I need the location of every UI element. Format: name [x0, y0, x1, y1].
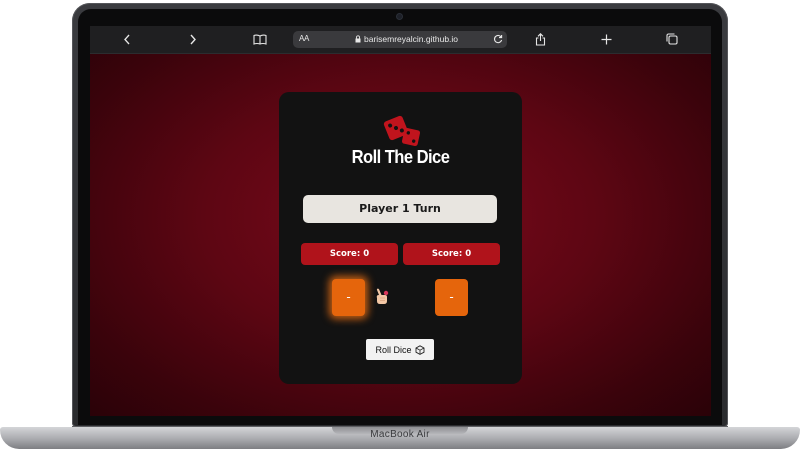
- player-1-score: Score: 0: [301, 243, 398, 265]
- share-button[interactable]: [529, 30, 551, 48]
- laptop-mockup: AA barisemreyalcin.github.io Roll The Di…: [0, 0, 800, 460]
- score-value: 0: [363, 249, 370, 259]
- address-bar[interactable]: AA barisemreyalcin.github.io: [293, 31, 507, 48]
- chevron-right-icon: [190, 34, 196, 44]
- url-text: barisemreyalcin.github.io: [364, 34, 459, 44]
- score-value: 0: [465, 249, 472, 259]
- browser-window: AA barisemreyalcin.github.io Roll The Di…: [90, 26, 711, 416]
- lock-icon: [355, 35, 361, 43]
- book-icon: [253, 34, 267, 45]
- game-page: Roll The Dice Player 1 Turn Score: 0 Scor…: [90, 54, 711, 416]
- player-2-score: Score: 0: [403, 243, 500, 265]
- dice-logo-icon: [383, 115, 421, 147]
- new-tab-button[interactable]: [595, 30, 617, 48]
- back-button[interactable]: [116, 30, 138, 48]
- game-card: Roll The Dice Player 1 Turn Score: 0 Scor…: [279, 92, 522, 384]
- browser-toolbar: AA barisemreyalcin.github.io: [90, 26, 711, 54]
- score-label: Score:: [329, 249, 361, 259]
- plus-icon: [601, 34, 611, 44]
- turn-indicator: Player 1 Turn: [303, 195, 497, 223]
- chevron-left-icon: [124, 34, 130, 44]
- player-1-die: -: [332, 279, 365, 316]
- tabs-overview-button[interactable]: [661, 30, 683, 48]
- roll-dice-label: Roll Dice: [375, 344, 412, 355]
- device-label: MacBook Air: [370, 429, 430, 440]
- pointing-hand-icon: [376, 288, 389, 304]
- reload-icon[interactable]: [493, 34, 503, 44]
- player-2-die: -: [435, 279, 468, 316]
- roll-dice-button[interactable]: Roll Dice: [366, 339, 434, 360]
- forward-button[interactable]: [182, 30, 204, 48]
- text-size-button[interactable]: AA: [299, 34, 309, 43]
- score-label: Score:: [431, 249, 463, 259]
- share-icon: [535, 32, 545, 46]
- die-icon: [415, 344, 424, 355]
- game-title: Roll The Dice: [351, 147, 450, 167]
- reader-button[interactable]: [249, 30, 271, 48]
- camera-icon: [397, 14, 402, 19]
- tabs-icon: [666, 33, 678, 45]
